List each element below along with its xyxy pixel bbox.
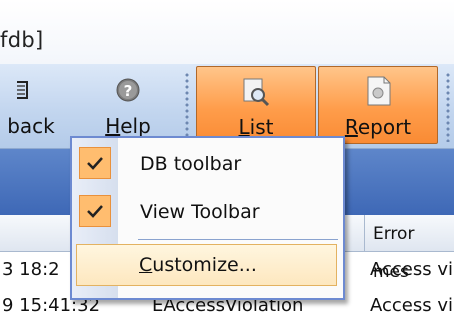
- menu-separator: [138, 239, 338, 240]
- menu-item-view-toolbar[interactable]: View Toolbar: [72, 190, 343, 234]
- help-button[interactable]: ? Help: [98, 66, 158, 144]
- column-header-error-message[interactable]: Error mes: [364, 215, 454, 282]
- toolbar-context-menu: DB toolbar View Toolbar Customize...: [70, 136, 345, 300]
- checkmark-icon: [79, 147, 111, 179]
- menu-item-label: View Toolbar: [140, 201, 260, 223]
- help-icon: ?: [108, 72, 148, 110]
- list-icon: [236, 73, 276, 111]
- window-titlebar: fdb]: [0, 0, 454, 64]
- menu-item-db-toolbar[interactable]: DB toolbar: [72, 142, 343, 186]
- checkmark-icon: [79, 195, 111, 227]
- report-button[interactable]: Report: [318, 66, 438, 144]
- cell-error-message: Access vi: [370, 259, 453, 280]
- report-label: Report: [344, 115, 412, 139]
- cell-datetime: 3 18:2: [2, 259, 60, 280]
- window-title: fdb]: [0, 28, 44, 52]
- rollback-button[interactable]: back: [0, 66, 66, 144]
- help-label: Help: [105, 114, 151, 138]
- menu-item-customize[interactable]: Customize...: [76, 244, 337, 286]
- cell-error-message: Access vi: [370, 295, 453, 316]
- list-button[interactable]: List: [196, 66, 316, 144]
- svg-text:?: ?: [124, 82, 133, 100]
- menu-item-label: DB toolbar: [140, 153, 242, 175]
- menu-item-label: Customize...: [139, 254, 257, 276]
- report-icon: [358, 73, 398, 111]
- toolbar-grip[interactable]: [185, 72, 189, 142]
- toolbar-grip-2[interactable]: [446, 72, 450, 142]
- rollback-label: back: [7, 114, 55, 138]
- rollback-icon: [13, 72, 53, 110]
